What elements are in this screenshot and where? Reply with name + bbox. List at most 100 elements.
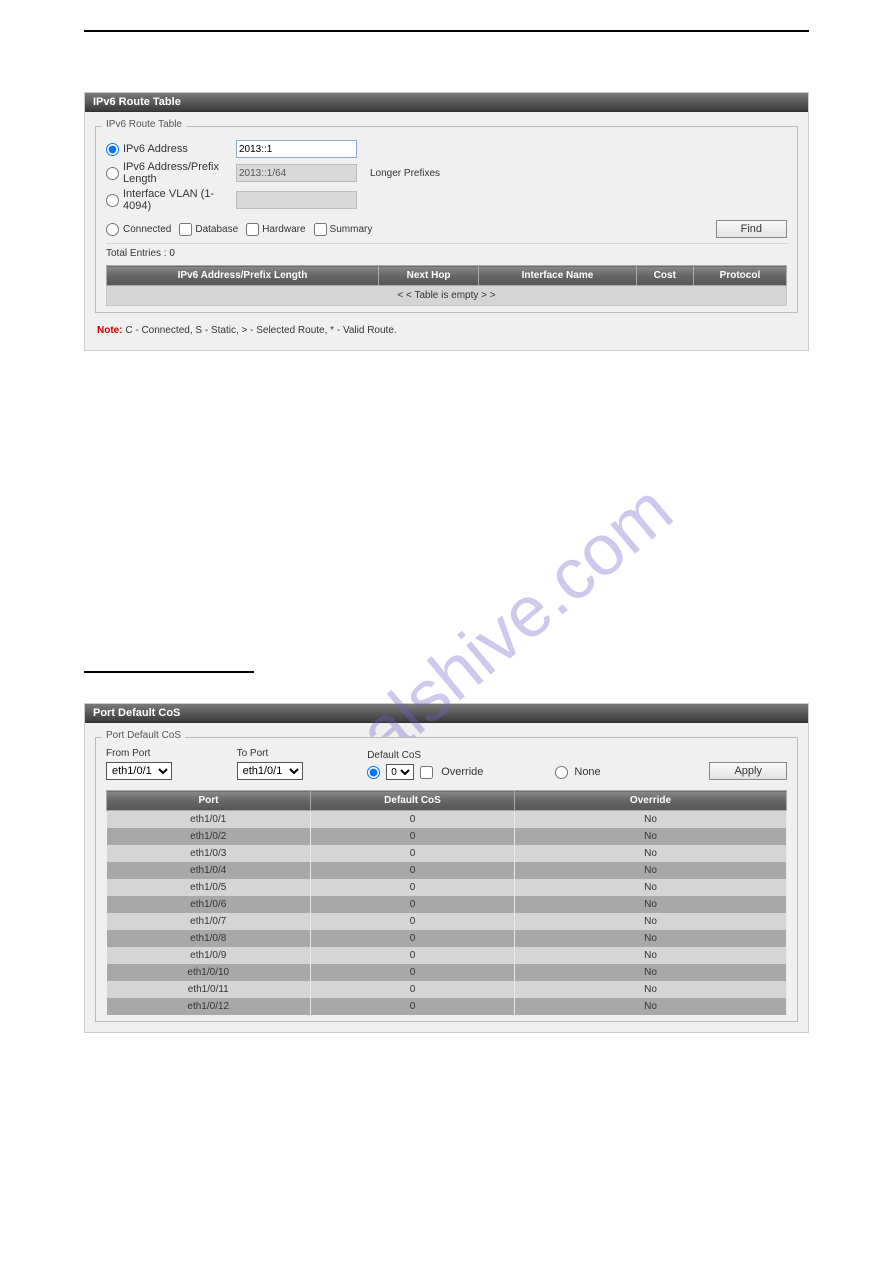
select-cos-value[interactable]: 0 xyxy=(386,764,414,780)
table-row: eth1/0/10No xyxy=(107,811,787,829)
radio-ipv6-address[interactable] xyxy=(106,143,119,156)
table-row: eth1/0/30No xyxy=(107,845,787,862)
panel-ipv6-route-table: IPv6 Route Table IPv6 Route Table IPv6 A… xyxy=(84,92,809,351)
cell: No xyxy=(515,964,787,981)
cell: No xyxy=(515,896,787,913)
col-cost: Cost xyxy=(636,266,693,286)
input-ipv6-prefix[interactable] xyxy=(236,164,357,182)
cell: No xyxy=(515,879,787,896)
label-to-port: To Port xyxy=(237,748,368,759)
cell: 0 xyxy=(311,964,515,981)
cell: No xyxy=(515,981,787,998)
group-port-default-cos: Port Default CoS From Port eth1/0/1 To P… xyxy=(95,737,798,1022)
table-row: eth1/0/70No xyxy=(107,913,787,930)
find-button[interactable]: Find xyxy=(716,220,787,238)
cell: 0 xyxy=(311,811,515,829)
cell: 0 xyxy=(311,913,515,930)
col-override: Override xyxy=(515,791,787,811)
cell: 0 xyxy=(311,862,515,879)
cell: eth1/0/11 xyxy=(107,981,311,998)
cell: eth1/0/3 xyxy=(107,845,311,862)
checkbox-database[interactable] xyxy=(179,223,192,236)
col-next-hop: Next Hop xyxy=(379,266,479,286)
label-connected: Connected xyxy=(123,224,171,235)
note-text: C - Connected, S - Static, > - Selected … xyxy=(123,325,397,336)
input-interface-vlan[interactable] xyxy=(236,191,357,209)
section-rule xyxy=(84,671,254,673)
checkbox-override[interactable] xyxy=(420,766,433,779)
cell: eth1/0/8 xyxy=(107,930,311,947)
col-default-cos: Default CoS xyxy=(311,791,515,811)
group-ipv6-route-table: IPv6 Route Table IPv6 Address IPv6 Addre… xyxy=(95,126,798,313)
cell: eth1/0/12 xyxy=(107,998,311,1015)
label-summary: Summary xyxy=(330,224,373,235)
cell: No xyxy=(515,828,787,845)
note-line: Note: C - Connected, S - Static, > - Sel… xyxy=(95,321,798,340)
group-title: Port Default CoS xyxy=(102,730,185,741)
label-hardware: Hardware xyxy=(262,224,305,235)
table-row: eth1/0/110No xyxy=(107,981,787,998)
cell: No xyxy=(515,811,787,829)
cell: 0 xyxy=(311,981,515,998)
cell: No xyxy=(515,913,787,930)
cell: 0 xyxy=(311,879,515,896)
col-interface: Interface Name xyxy=(479,266,636,286)
cell: No xyxy=(515,998,787,1015)
cell: 0 xyxy=(311,896,515,913)
table-row: eth1/0/40No xyxy=(107,862,787,879)
cell: 0 xyxy=(311,998,515,1015)
table-row: eth1/0/90No xyxy=(107,947,787,964)
label-longer-prefixes: Longer Prefixes xyxy=(356,168,440,179)
cell: eth1/0/6 xyxy=(107,896,311,913)
checkbox-hardware[interactable] xyxy=(246,223,259,236)
col-port: Port xyxy=(107,791,311,811)
label-from-port: From Port xyxy=(106,748,237,759)
port-cos-grid: Port Default CoS Override eth1/0/10Noeth… xyxy=(106,790,787,1015)
table-row: eth1/0/100No xyxy=(107,964,787,981)
table-row: eth1/0/60No xyxy=(107,896,787,913)
cell: 0 xyxy=(311,947,515,964)
col-protocol: Protocol xyxy=(693,266,786,286)
radio-interface-vlan[interactable] xyxy=(106,194,119,207)
cell: No xyxy=(515,930,787,947)
cell: eth1/0/1 xyxy=(107,811,311,829)
input-ipv6-address[interactable] xyxy=(236,140,357,158)
panel-title: Port Default CoS xyxy=(85,704,808,723)
table-row: eth1/0/20No xyxy=(107,828,787,845)
radio-default-cos[interactable] xyxy=(367,766,380,779)
label-interface-vlan: Interface VLAN (1-4094) xyxy=(123,188,236,212)
radio-none[interactable] xyxy=(555,766,568,779)
total-entries: Total Entries : 0 xyxy=(106,246,787,261)
cell: 0 xyxy=(311,845,515,862)
table-row: eth1/0/50No xyxy=(107,879,787,896)
panel-title: IPv6 Route Table xyxy=(85,93,808,112)
cell: 0 xyxy=(311,930,515,947)
label-none: None xyxy=(574,766,600,778)
table-row: eth1/0/80No xyxy=(107,930,787,947)
cell: No xyxy=(515,862,787,879)
label-ipv6-address: IPv6 Address xyxy=(123,143,188,155)
ipv6-route-grid: IPv6 Address/Prefix Length Next Hop Inte… xyxy=(106,265,787,306)
col-address: IPv6 Address/Prefix Length xyxy=(107,266,379,286)
select-to-port[interactable]: eth1/0/1 xyxy=(237,762,303,780)
page-rule xyxy=(84,30,809,32)
cell: No xyxy=(515,947,787,964)
radio-ipv6-prefix[interactable] xyxy=(106,167,119,180)
radio-connected[interactable] xyxy=(106,223,119,236)
label-default-cos: Default CoS xyxy=(367,750,709,761)
cell: eth1/0/2 xyxy=(107,828,311,845)
label-ipv6-prefix: IPv6 Address/Prefix Length xyxy=(123,161,236,185)
apply-button[interactable]: Apply xyxy=(709,762,787,780)
table-row: eth1/0/120No xyxy=(107,998,787,1015)
cell: eth1/0/10 xyxy=(107,964,311,981)
label-database: Database xyxy=(195,224,238,235)
checkbox-summary[interactable] xyxy=(314,223,327,236)
empty-row: < < Table is empty > > xyxy=(107,286,787,306)
select-from-port[interactable]: eth1/0/1 xyxy=(106,762,172,780)
group-title: IPv6 Route Table xyxy=(102,119,186,130)
cell: eth1/0/9 xyxy=(107,947,311,964)
cell: No xyxy=(515,845,787,862)
cell: eth1/0/4 xyxy=(107,862,311,879)
cell: eth1/0/7 xyxy=(107,913,311,930)
panel-port-default-cos: Port Default CoS Port Default CoS From P… xyxy=(84,703,809,1033)
